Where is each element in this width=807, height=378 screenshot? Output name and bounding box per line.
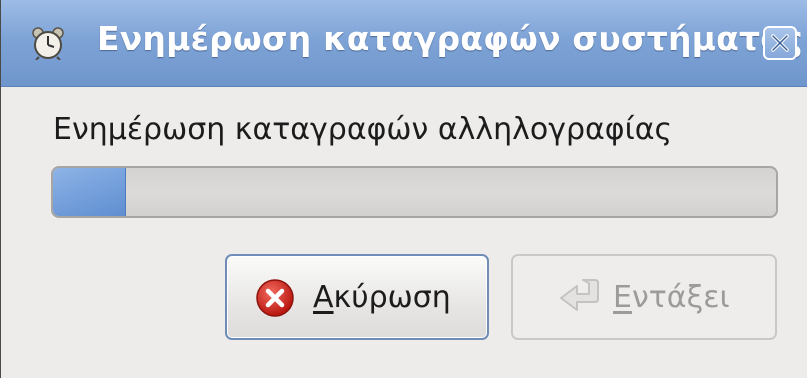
alarm-clock-icon bbox=[31, 26, 65, 61]
status-message: Ενημέρωση καταγραφών αλληλογραφίας bbox=[53, 112, 673, 147]
cancel-icon bbox=[255, 278, 295, 318]
progress-fill bbox=[53, 168, 127, 216]
progress-bar bbox=[51, 166, 778, 218]
return-arrow-icon bbox=[555, 274, 605, 318]
titlebar[interactable]: Ενημέρωση καταγραφών συστήματος bbox=[1, 0, 807, 87]
cancel-button-label: Ακύρωση bbox=[313, 280, 451, 315]
ok-button-label: Εντάξει bbox=[613, 280, 730, 315]
cancel-mnemonic: Α bbox=[313, 280, 334, 315]
close-icon bbox=[771, 34, 789, 52]
dialog-window: Ενημέρωση καταγραφών συστήματος Ενημέρωσ… bbox=[0, 0, 807, 378]
ok-label-text: ντάξει bbox=[631, 280, 730, 315]
cancel-button[interactable]: Ακύρωση bbox=[225, 254, 489, 340]
cancel-label-text: κύρωση bbox=[333, 280, 451, 315]
window-title: Ενημέρωση καταγραφών συστήματος bbox=[97, 19, 803, 58]
ok-mnemonic: Ε bbox=[613, 280, 632, 315]
ok-button[interactable]: Εντάξει bbox=[511, 254, 777, 340]
close-button[interactable] bbox=[763, 26, 797, 60]
